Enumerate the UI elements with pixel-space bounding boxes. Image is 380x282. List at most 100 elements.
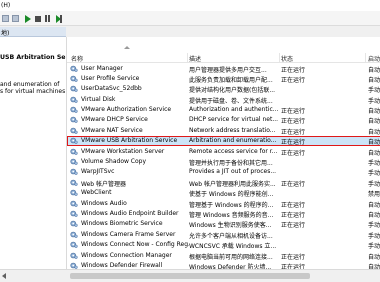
description-pane: USB Arbitration Service and enumeration … (0, 37, 83, 269)
table-row[interactable]: Windows Connection Manager 根据电脑当前可用的网络连接.… (67, 250, 380, 261)
service-startup-type: 自动 (368, 139, 380, 147)
service-name: Windows Connection Manager (81, 251, 172, 259)
table-row[interactable]: VMware USB Arbitration Service Arbitratio… (67, 135, 380, 147)
service-name: Windows Connect Now - Config Reg... (81, 241, 189, 249)
sort-ascending-icon (124, 46, 130, 49)
table-row[interactable]: Windows Defender Firewall Windows Defende… (67, 260, 380, 269)
service-gear-icon (70, 158, 78, 165)
description-line: s for virtual machines (0, 88, 66, 95)
table-row[interactable]: UserDataSvc_52dbb 提供对结构化用户数据(包括联... 手动 (67, 84, 380, 94)
table-row[interactable]: WebClient 使基于 Windows 的程序能创... 禁用 (67, 188, 380, 198)
list-header: 名称 描述 状态 启动 (67, 46, 380, 63)
service-name: VMware DHCP Service (81, 116, 148, 124)
table-row[interactable]: VMware NAT Service Network address transl… (67, 125, 380, 136)
service-status: 正在运行 (281, 201, 306, 209)
service-startup-type: 手动 (368, 97, 380, 105)
scroll-thumb[interactable] (70, 273, 310, 279)
service-gear-icon (70, 252, 78, 259)
service-startup-type: 自动 (368, 118, 380, 126)
column-divider[interactable] (365, 53, 366, 63)
service-description: Windows Defender 防火墙... (189, 263, 272, 269)
service-status: 正在运行 (281, 211, 306, 219)
table-row[interactable]: User Profile Service 此服务负责加载和卸载用户配... 正在运行… (67, 73, 380, 84)
table-row[interactable]: Web 帐户管理器 Web 帐户管理器利用此服务实... 正在运行 手动 (67, 177, 380, 188)
table-row[interactable]: Windows Camera Frame Server 允许多个客户端从相机设备访… (67, 229, 380, 240)
service-description: 使基于 Windows 的程序能创... (189, 191, 274, 199)
service-name: Windows Camera Frame Server (81, 230, 176, 238)
column-header-status[interactable]: 状态 (281, 54, 293, 63)
service-rows: User Manager 用户管理器提供多用户交互... 正在运行 自动 User Pr… (67, 63, 380, 269)
service-description: Web 帐户管理器利用此服务实... (189, 180, 276, 188)
table-row[interactable]: Virtual Disk 提供用于磁盘、卷、文件系统... 手动 (67, 94, 380, 105)
services-list: 名称 描述 状态 启动 User Manager 用户管理器提供多用户交互... 正… (66, 37, 380, 269)
help-menu[interactable]: (H) (1, 2, 10, 9)
service-name: Volume Shadow Copy (81, 158, 147, 166)
service-startup-type: 自动 (368, 149, 380, 157)
service-name: Web 帐户管理器 (81, 180, 126, 188)
help-icon[interactable] (10, 13, 21, 24)
table-row[interactable]: Windows Biometric Service Windows 生物识别服务使… (67, 219, 380, 229)
table-row[interactable]: Windows Audio Endpoint Builder 管理 Windows… (67, 208, 380, 219)
table-row[interactable]: Volume Shadow Copy 管理并执行用于备份和其它用... 手动 (67, 157, 380, 167)
service-description: Windows 生物识别服务使客... (189, 222, 272, 230)
service-startup-type: 自动 (368, 253, 380, 261)
service-name: VMware Workstation Server (81, 147, 165, 155)
service-startup-type: 手动 (368, 232, 380, 240)
service-name: Windows Audio Endpoint Builder (81, 209, 179, 217)
service-gear-icon (70, 241, 78, 249)
service-description: Remote access service for r... (189, 147, 278, 155)
service-gear-icon (70, 148, 78, 155)
service-description: 用户管理器提供多用户交互... (189, 66, 267, 74)
table-row[interactable]: Windows Audio 管理基于 Windows 的程序的... 正在运行 自动 (67, 198, 380, 209)
service-startup-type: 手动 (368, 87, 380, 95)
service-gear-icon (70, 116, 78, 124)
service-startup-type: 手动 (368, 160, 380, 168)
service-name: WebClient (81, 189, 112, 197)
service-gear-icon (70, 85, 78, 93)
description-line: and enumeration of (0, 81, 60, 88)
table-row[interactable]: Windows Connect Now - Config Reg... WCNCS… (67, 240, 380, 250)
service-startup-type: 自动 (368, 108, 380, 116)
column-header-description[interactable]: 描述 (189, 54, 201, 63)
table-row[interactable]: VMware Workstation Server Remote access s… (67, 146, 380, 157)
table-row[interactable]: WarpJITSvc Provides a JIT out of proces..… (67, 167, 380, 177)
service-gear-icon (70, 262, 78, 269)
service-gear-icon (70, 75, 78, 82)
column-header-name[interactable]: 名称 (71, 54, 83, 63)
service-description: 提供对结构化用户数据(包括联... (189, 87, 276, 95)
service-gear-icon (70, 106, 78, 113)
service-description: 提供用于磁盘、卷、文件系统... (189, 97, 273, 105)
column-divider[interactable] (187, 53, 188, 63)
service-status: 正在运行 (281, 180, 306, 188)
pause-service-icon[interactable] (42, 13, 53, 24)
service-description: Provides a JIT out of proces... (189, 168, 277, 176)
column-divider[interactable] (279, 53, 280, 63)
service-startup-type: 自动 (368, 76, 380, 84)
service-status: 正在运行 (281, 118, 306, 126)
toolbar (0, 11, 380, 26)
restart-service-icon[interactable] (53, 13, 64, 24)
service-startup-type: 禁用 (368, 191, 380, 199)
service-gear-icon (70, 200, 78, 207)
service-description: 管理并执行用于备份和其它用... (189, 160, 273, 168)
column-header-startup[interactable]: 启动 (368, 54, 380, 63)
table-row[interactable]: User Manager 用户管理器提供多用户交互... 正在运行 自动 (67, 63, 380, 74)
service-gear-icon (70, 210, 78, 217)
table-row[interactable]: VMware Authorization Service Authorizatio… (67, 105, 380, 115)
service-status: 正在运行 (281, 139, 306, 147)
service-gear-icon (70, 96, 78, 103)
menu-bar: (H) (0, 0, 380, 11)
service-status: 正在运行 (281, 263, 306, 269)
services-window: (H) 地) USB Arbitration Service and enume… (0, 0, 380, 282)
service-name: UserDataSvc_52dbb (81, 85, 142, 93)
service-name: VMware NAT Service (81, 126, 143, 134)
scope-header-label: 地) (1, 30, 10, 37)
service-status: 正在运行 (281, 149, 306, 157)
service-startup-type: 自动 (368, 201, 380, 209)
horizontal-scrollbar[interactable] (0, 269, 380, 282)
scroll-left-icon[interactable] (2, 273, 6, 279)
service-description: WCNCSVC 承载 Windows 立... (189, 243, 277, 251)
service-status: 正在运行 (281, 66, 306, 74)
table-row[interactable]: VMware DHCP Service DHCP service for virt… (67, 115, 380, 125)
service-gear-icon (70, 127, 78, 134)
